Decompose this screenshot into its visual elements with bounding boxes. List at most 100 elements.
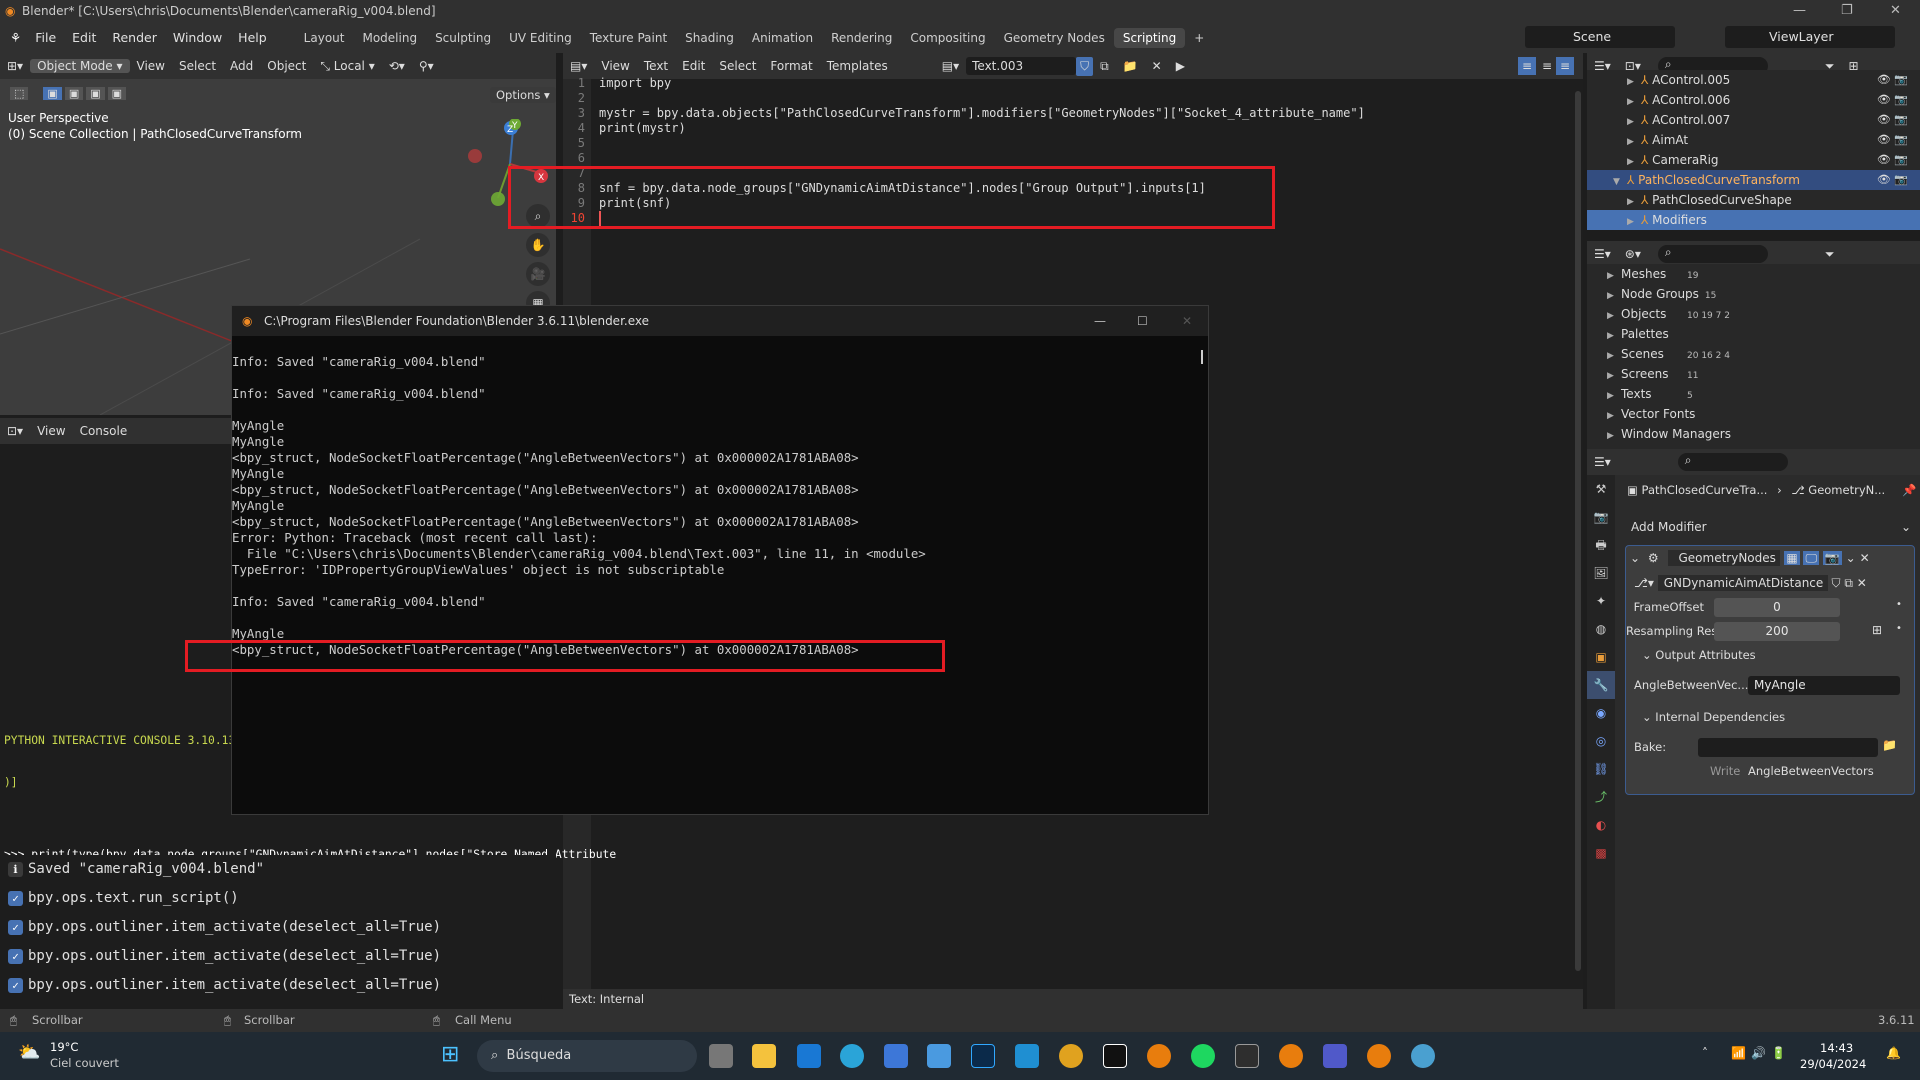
tab-geometry-nodes[interactable]: Geometry Nodes bbox=[995, 28, 1114, 48]
pin-icon[interactable]: 📌 bbox=[1902, 483, 1916, 497]
text-editor-scrollbar[interactable] bbox=[1575, 91, 1581, 971]
outliner-item[interactable]: ▼ ⅄ PathClosedCurveTransform 👁 📷 bbox=[1587, 170, 1920, 190]
select-mode-extend-icon[interactable]: ▣ bbox=[64, 87, 84, 100]
duplicate-text-icon[interactable]: ⧉ bbox=[1093, 59, 1116, 74]
tool-tab-icon[interactable]: ⚒ bbox=[1587, 475, 1615, 503]
expand-arrow-icon[interactable]: ▶ bbox=[1627, 132, 1641, 152]
expand-arrow-icon[interactable]: ▶ bbox=[1607, 326, 1621, 346]
outliner-item[interactable]: ▶ ⅄ PathClosedCurveShape bbox=[1587, 190, 1920, 210]
visibility-toggle-icon[interactable]: 👁 📷 bbox=[1877, 150, 1908, 170]
render-tab-icon[interactable]: 📷 bbox=[1587, 503, 1615, 531]
pan-hand-icon[interactable]: ✋ bbox=[526, 233, 550, 257]
keyframe-dot-icon[interactable]: • bbox=[1896, 599, 1902, 610]
edit-mode-toggle-icon[interactable]: ▦ bbox=[1784, 551, 1800, 565]
outliner-item[interactable]: ▶ ⅄ AimAt 👁 📷 bbox=[1587, 130, 1920, 150]
blend-file-category[interactable]: ▶ Vector Fonts bbox=[1587, 404, 1920, 424]
s-app-icon[interactable] bbox=[1103, 1044, 1127, 1068]
add-workspace-button[interactable]: + bbox=[1185, 28, 1213, 48]
text-menu-view[interactable]: View bbox=[594, 59, 636, 73]
tab-sculpting[interactable]: Sculpting bbox=[426, 28, 500, 48]
resampling-field[interactable]: 200 bbox=[1714, 622, 1840, 641]
expand-arrow-icon[interactable]: ▶ bbox=[1627, 112, 1641, 132]
blend-file-category[interactable]: ▶ Screens 11 bbox=[1587, 364, 1920, 384]
expand-arrow-icon[interactable]: ▶ bbox=[1627, 212, 1641, 232]
unlink-text-icon[interactable]: ✕ bbox=[1145, 59, 1169, 73]
info-log-item[interactable]: ✓ bpy.ops.outliner.item_activate(deselect… bbox=[0, 971, 556, 1000]
console-menu-console[interactable]: Console bbox=[73, 424, 135, 438]
visibility-toggle-icon[interactable]: 👁 📷 bbox=[1877, 90, 1908, 110]
output-tab-icon[interactable]: 🖶 bbox=[1587, 531, 1615, 559]
physics-tab-icon[interactable]: ◎ bbox=[1587, 727, 1615, 755]
fake-user-icon[interactable]: ⛉ bbox=[1076, 56, 1094, 76]
console-menu-view[interactable]: View bbox=[30, 424, 72, 438]
blend-display-icon[interactable]: ⊛▾ bbox=[1618, 247, 1648, 261]
properties-type-icon[interactable]: ☰▾ bbox=[1587, 455, 1618, 469]
viewport-menu-view[interactable]: View bbox=[130, 59, 172, 73]
blend-file-category[interactable]: ▶ Objects 10 19 7 2 bbox=[1587, 304, 1920, 324]
info-log-item[interactable]: ℹ Saved "cameraRig_v004.blend" bbox=[0, 855, 556, 884]
blender-menu-icon[interactable]: ⚘ bbox=[0, 30, 27, 45]
task-view-icon[interactable] bbox=[709, 1044, 733, 1068]
object-tab-icon[interactable]: ▣ bbox=[1587, 643, 1615, 671]
syntax-highlight-toggle[interactable]: ≡ bbox=[1556, 57, 1575, 75]
blender-taskbar-icon[interactable] bbox=[1367, 1044, 1391, 1068]
tab-rendering[interactable]: Rendering bbox=[822, 28, 901, 48]
node-tree-icon[interactable]: ⎇▾ bbox=[1634, 576, 1654, 590]
view-layer-tab-icon[interactable]: 🖼 bbox=[1587, 559, 1615, 587]
expand-arrow-icon[interactable]: ▶ bbox=[1607, 306, 1621, 326]
viewport-menu-object[interactable]: Object bbox=[260, 59, 313, 73]
select-mode-invert-icon[interactable]: ▣ bbox=[107, 87, 127, 100]
terminal-icon[interactable] bbox=[1235, 1044, 1259, 1068]
info-log-item[interactable]: ✓ bpy.ops.outliner.item_activate(deselect… bbox=[0, 942, 556, 971]
tab-uv-editing[interactable]: UV Editing bbox=[500, 28, 581, 48]
modifier-tab-icon[interactable]: 🔧 bbox=[1587, 671, 1615, 699]
run-script-button[interactable]: ▶ bbox=[1169, 59, 1192, 73]
tray-chevron-icon[interactable]: ˄ bbox=[1702, 1046, 1708, 1060]
volume-icon[interactable]: 🔊 bbox=[1751, 1046, 1766, 1060]
blend-file-category[interactable]: ▶ Palettes bbox=[1587, 324, 1920, 344]
camera-view-icon[interactable]: 🎥 bbox=[526, 262, 550, 286]
onenote-icon[interactable] bbox=[927, 1044, 951, 1068]
close-button[interactable]: ✕ bbox=[1890, 0, 1901, 22]
remove-modifier-icon[interactable]: ✕ bbox=[1860, 551, 1870, 565]
edge-icon[interactable] bbox=[840, 1044, 864, 1068]
text-menu-templates[interactable]: Templates bbox=[820, 59, 895, 73]
store-icon[interactable] bbox=[884, 1044, 908, 1068]
expand-arrow-icon[interactable]: ▶ bbox=[1607, 406, 1621, 426]
tab-scripting[interactable]: Scripting bbox=[1113, 27, 1186, 48]
console-close-button[interactable]: ✕ bbox=[1182, 306, 1192, 336]
outliner-item[interactable]: ▶ ⅄ Modifiers bbox=[1587, 210, 1920, 230]
info-log-item[interactable]: ✓ bpy.ops.outliner.item_activate(deselect… bbox=[0, 913, 556, 942]
data-tab-icon[interactable]: ⤴ bbox=[1587, 783, 1615, 811]
frame-offset-field[interactable]: 0 bbox=[1714, 598, 1840, 617]
console-minimize-button[interactable]: — bbox=[1094, 306, 1106, 336]
expand-arrow-icon[interactable]: ▶ bbox=[1627, 72, 1641, 92]
text-menu-edit[interactable]: Edit bbox=[675, 59, 712, 73]
line-numbers-toggle[interactable]: ≡ bbox=[1518, 57, 1537, 75]
particles-tab-icon[interactable]: ◉ bbox=[1587, 699, 1615, 727]
menu-help[interactable]: Help bbox=[230, 30, 275, 45]
expand-arrow-icon[interactable]: ▶ bbox=[1607, 266, 1621, 286]
visibility-toggle-icon[interactable]: 👁 📷 bbox=[1877, 110, 1908, 130]
minimize-button[interactable]: — bbox=[1793, 0, 1806, 22]
output-attributes-subpanel[interactable]: ⌄ Output Attributes bbox=[1642, 648, 1756, 662]
mode-selector[interactable]: Object Mode ▾ bbox=[30, 59, 130, 73]
orientation-selector[interactable]: ⤡ Local ▾ bbox=[313, 59, 381, 74]
tab-modeling[interactable]: Modeling bbox=[353, 28, 426, 48]
world-tab-icon[interactable]: ◍ bbox=[1587, 615, 1615, 643]
outliner-item[interactable]: ▶ ⅄ AControl.007 👁 📷 bbox=[1587, 110, 1920, 130]
blender-taskbar-icon[interactable] bbox=[1147, 1044, 1171, 1068]
menu-render[interactable]: Render bbox=[104, 30, 165, 45]
expand-arrow-icon[interactable]: ▶ bbox=[1607, 386, 1621, 406]
menu-file[interactable]: File bbox=[27, 30, 64, 45]
viewport-toggle-icon[interactable]: 🖵 bbox=[1803, 551, 1820, 565]
outlook-icon[interactable] bbox=[797, 1044, 821, 1068]
word-wrap-toggle[interactable]: ≡ bbox=[1538, 57, 1556, 75]
scene-selector[interactable]: Scene bbox=[1525, 26, 1675, 48]
blend-filter-icon[interactable]: ⏷ bbox=[1818, 247, 1842, 262]
expand-arrow-icon[interactable]: ▶ bbox=[1627, 152, 1641, 172]
blend-file-category[interactable]: ▶ Texts 5 bbox=[1587, 384, 1920, 404]
wifi-icon[interactable]: 📶 bbox=[1731, 1046, 1746, 1060]
notifications-icon[interactable]: 🔔 bbox=[1886, 1046, 1901, 1060]
modifier-menu-icon[interactable]: ⌄ bbox=[1846, 551, 1856, 565]
